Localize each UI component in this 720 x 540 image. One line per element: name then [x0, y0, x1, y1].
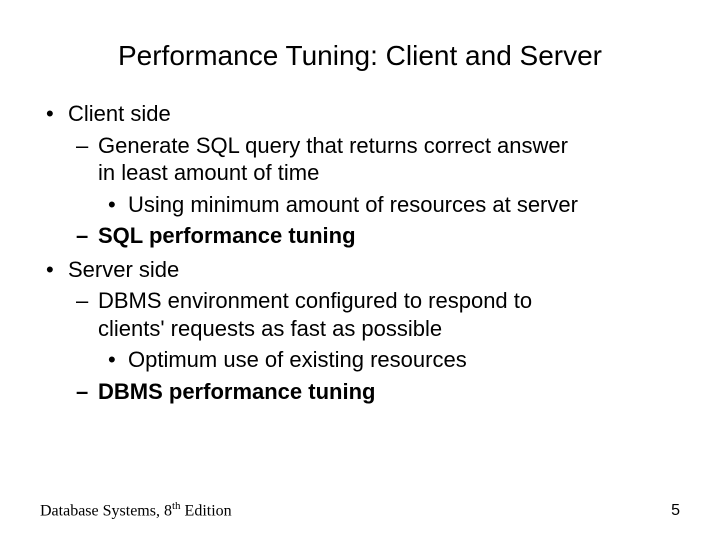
sub-bullet-dbms-perf-tuning: DBMS performance tuning	[68, 378, 680, 406]
footer-book-title-b: Edition	[181, 502, 232, 519]
sub-bullet-sql-perf-tuning: SQL performance tuning	[68, 222, 680, 250]
footer-left: Database Systems, 8th Edition	[40, 500, 232, 520]
sub-bullet-text: Generate SQL query that returns correct …	[98, 133, 568, 158]
slide-footer: Database Systems, 8th Edition 5	[40, 500, 680, 520]
bullet-client-side: Client side Generate SQL query that retu…	[40, 100, 680, 250]
sub-bullet-generate-sql: Generate SQL query that returns correct …	[68, 132, 680, 219]
bullet-text: Server side	[68, 257, 179, 282]
subsub-bullet-text: Optimum use of existing resources	[128, 347, 467, 372]
footer-book-title-a: Database Systems, 8	[40, 502, 172, 519]
subsub-list: Using minimum amount of resources at ser…	[98, 191, 680, 219]
sub-bullet-text-cont: clients' requests as fast as possible	[98, 316, 442, 341]
sub-bullet-dbms-env: DBMS environment configured to respond t…	[68, 287, 680, 374]
sub-list: DBMS environment configured to respond t…	[68, 287, 680, 405]
subsub-bullet-optimum-use: Optimum use of existing resources	[98, 346, 680, 374]
page-number: 5	[671, 502, 680, 520]
slide-title: Performance Tuning: Client and Server	[40, 40, 680, 72]
bullet-text: Client side	[68, 101, 171, 126]
sub-bullet-text: DBMS environment configured to respond t…	[98, 288, 532, 313]
sub-bullet-text: DBMS performance tuning	[98, 379, 375, 404]
sub-list: Generate SQL query that returns correct …	[68, 132, 680, 250]
subsub-bullet-text: Using minimum amount of resources at ser…	[128, 192, 578, 217]
bullet-list: Client side Generate SQL query that retu…	[40, 100, 680, 405]
slide-content: Client side Generate SQL query that retu…	[40, 100, 680, 405]
sub-bullet-text-cont: in least amount of time	[98, 160, 319, 185]
subsub-list: Optimum use of existing resources	[98, 346, 680, 374]
sub-bullet-text: SQL performance tuning	[98, 223, 356, 248]
subsub-bullet-min-resources: Using minimum amount of resources at ser…	[98, 191, 680, 219]
slide: Performance Tuning: Client and Server Cl…	[0, 0, 720, 540]
footer-ordinal: th	[172, 500, 181, 512]
bullet-server-side: Server side DBMS environment configured …	[40, 256, 680, 406]
